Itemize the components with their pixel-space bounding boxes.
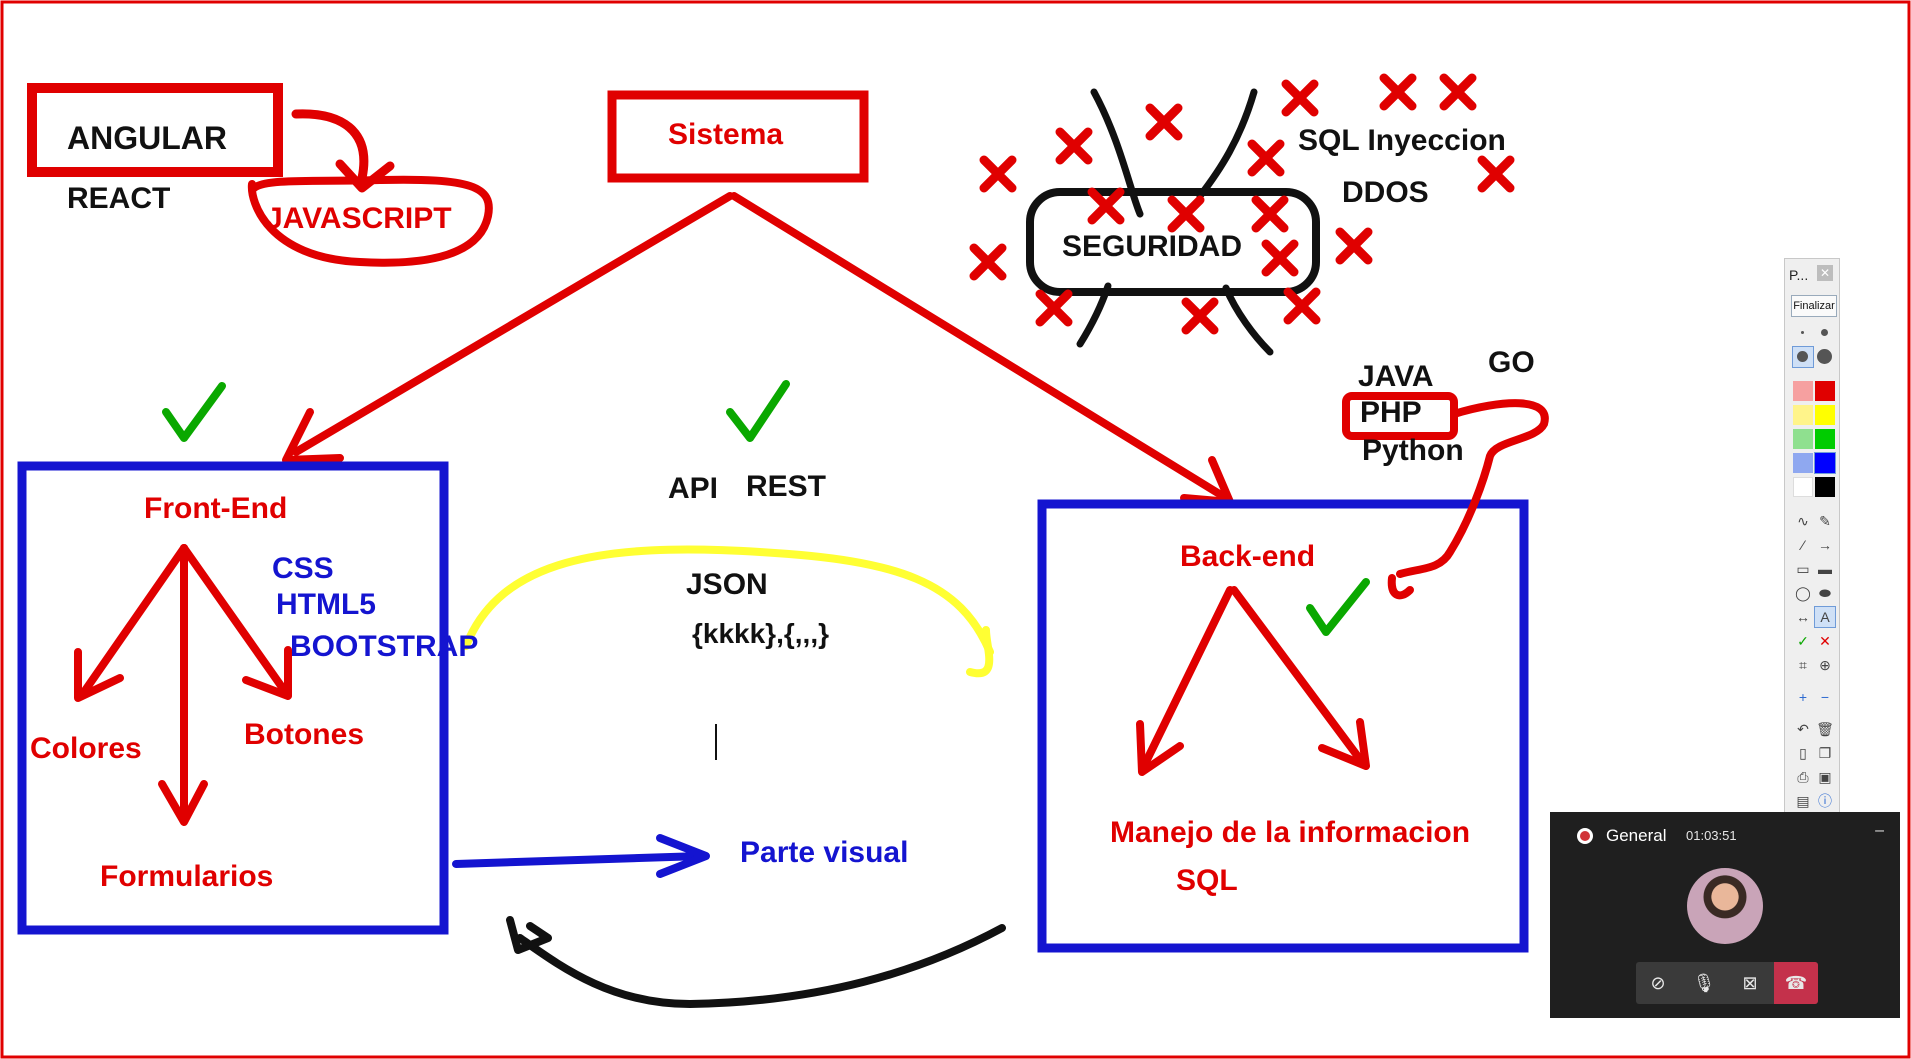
swatch-yellow[interactable]: [1815, 405, 1835, 425]
print-icon[interactable]: ⎙: [1793, 767, 1813, 787]
trash-icon[interactable]: 🗑: [1815, 719, 1835, 739]
backend-label: Back-end: [1180, 540, 1316, 573]
share-screen-icon[interactable]: ⊠: [1728, 962, 1772, 1004]
seguridad-line-4: [1222, 284, 1274, 356]
line-icon[interactable]: ⁄: [1793, 535, 1813, 555]
css-label: CSS: [272, 552, 334, 585]
call-controls: ⊘ 🎙 ⊠ ☎: [1636, 962, 1818, 1004]
java-label: JAVA: [1358, 360, 1434, 393]
colores-label: Colores: [30, 732, 142, 765]
checkmark-frontend: [162, 382, 226, 442]
text-tool-icon[interactable]: A: [1814, 606, 1836, 628]
black-return-arrowhead: [506, 916, 552, 954]
call-timer: 01:03:51: [1686, 828, 1737, 843]
info-icon[interactable]: ⓘ: [1815, 791, 1835, 811]
sql-inyeccion-label: SQL Inyeccion: [1298, 124, 1506, 157]
pen-size-l[interactable]: [1815, 347, 1835, 367]
frontend-label: Front-End: [144, 492, 288, 525]
api-label: API: [668, 472, 719, 505]
html5-label: HTML5: [276, 588, 376, 621]
plus-icon[interactable]: +: [1793, 687, 1813, 707]
minus-icon[interactable]: −: [1815, 687, 1835, 707]
json-example-label: {kkkk},{,,,}: [692, 618, 829, 649]
zoom-icon[interactable]: ⊕: [1815, 655, 1835, 675]
blue-arrow-parte-visual: [452, 852, 706, 868]
pen-toolbar[interactable]: P... ✕ Finalizar ∿ ✎ ⁄ → ▭ ▬ ◯ ⬬ ↔ A ✓ ✕…: [1784, 258, 1840, 813]
swatch-blue[interactable]: [1814, 452, 1836, 474]
php-connector-arrowhead: [1387, 574, 1414, 600]
json-label: JSON: [686, 568, 768, 601]
checkmark-backend: [1306, 578, 1370, 636]
frontend-arrow-colores: [80, 544, 188, 696]
checkmark-api: [726, 380, 790, 442]
swatch-black[interactable]: [1815, 477, 1835, 497]
seguridad-line-2: [1196, 88, 1258, 200]
pen-size-s[interactable]: [1815, 323, 1835, 343]
swatch-light-yellow[interactable]: [1793, 405, 1813, 425]
manejo-informacion-label: Manejo de la informacion: [1110, 816, 1471, 849]
parte-visual-label: Parte visual: [740, 836, 909, 869]
sistema-label: Sistema: [668, 118, 784, 151]
react-label: REACT: [67, 182, 171, 215]
swatch-red[interactable]: [1815, 381, 1835, 401]
pen-toolbar-title: P...: [1789, 267, 1809, 283]
copy-icon[interactable]: ❐: [1815, 743, 1835, 763]
cross-icon[interactable]: ✕: [1815, 631, 1835, 651]
angular-to-javascript-arrow: [291, 109, 369, 183]
call-window[interactable]: General 01:03:51 – ⊘ 🎙 ⊠ ☎: [1550, 812, 1900, 1018]
finish-button[interactable]: Finalizar: [1791, 295, 1837, 317]
undo-icon[interactable]: ↶: [1793, 719, 1813, 739]
seguridad-label: SEGURIDAD: [1062, 230, 1243, 263]
avatar: [1687, 868, 1763, 944]
sql-label: SQL: [1176, 864, 1238, 897]
recording-icon: [1577, 828, 1593, 844]
swatch-green[interactable]: [1815, 429, 1835, 449]
pen-size-xs[interactable]: [1793, 323, 1813, 343]
swatch-light-red[interactable]: [1793, 381, 1813, 401]
minimize-button[interactable]: –: [1875, 822, 1884, 840]
frontend-arrow-botones: [180, 544, 288, 694]
javascript-label: JAVASCRIPT: [266, 202, 452, 235]
ddos-label: DDOS: [1342, 176, 1429, 209]
filled-ellipse-icon[interactable]: ⬬: [1815, 583, 1835, 603]
swatch-light-green[interactable]: [1793, 429, 1813, 449]
new-page-icon[interactable]: ▯: [1793, 743, 1813, 763]
camera-off-icon[interactable]: ⊘: [1636, 962, 1680, 1004]
pencil-icon[interactable]: ✎: [1815, 511, 1835, 531]
rectangle-icon[interactable]: ▭: [1793, 559, 1813, 579]
hang-up-icon[interactable]: ☎: [1774, 962, 1818, 1004]
backend-arrow-left: [1140, 586, 1234, 770]
black-return-arrow: [516, 924, 1006, 1009]
close-icon[interactable]: ✕: [1817, 265, 1833, 281]
bootstrap-label: BOOTSTRAP: [290, 630, 479, 663]
rest-label: REST: [746, 470, 827, 503]
botones-label: Botones: [244, 718, 364, 751]
save-icon[interactable]: ▣: [1815, 767, 1835, 787]
crop-icon[interactable]: ⌗: [1793, 655, 1813, 675]
check-icon[interactable]: ✓: [1793, 631, 1813, 651]
angular-label: ANGULAR: [67, 120, 227, 156]
python-label: Python: [1362, 434, 1464, 467]
double-arrow-icon[interactable]: ↔: [1793, 607, 1813, 627]
pen-size-m[interactable]: [1792, 346, 1814, 368]
call-name: General: [1606, 826, 1667, 845]
php-label: PHP: [1360, 396, 1422, 429]
swatch-white[interactable]: [1793, 477, 1813, 497]
go-label: GO: [1488, 346, 1535, 379]
microphone-icon[interactable]: 🎙: [1682, 962, 1726, 1004]
arrow-icon[interactable]: →: [1815, 535, 1835, 555]
filled-rectangle-icon[interactable]: ▬: [1815, 559, 1835, 579]
swatch-light-blue[interactable]: [1793, 453, 1813, 473]
freehand-icon[interactable]: ∿: [1793, 511, 1813, 531]
screen-icon[interactable]: ▤: [1793, 791, 1813, 811]
ellipse-icon[interactable]: ◯: [1793, 583, 1813, 603]
formularios-label: Formularios: [100, 860, 274, 893]
